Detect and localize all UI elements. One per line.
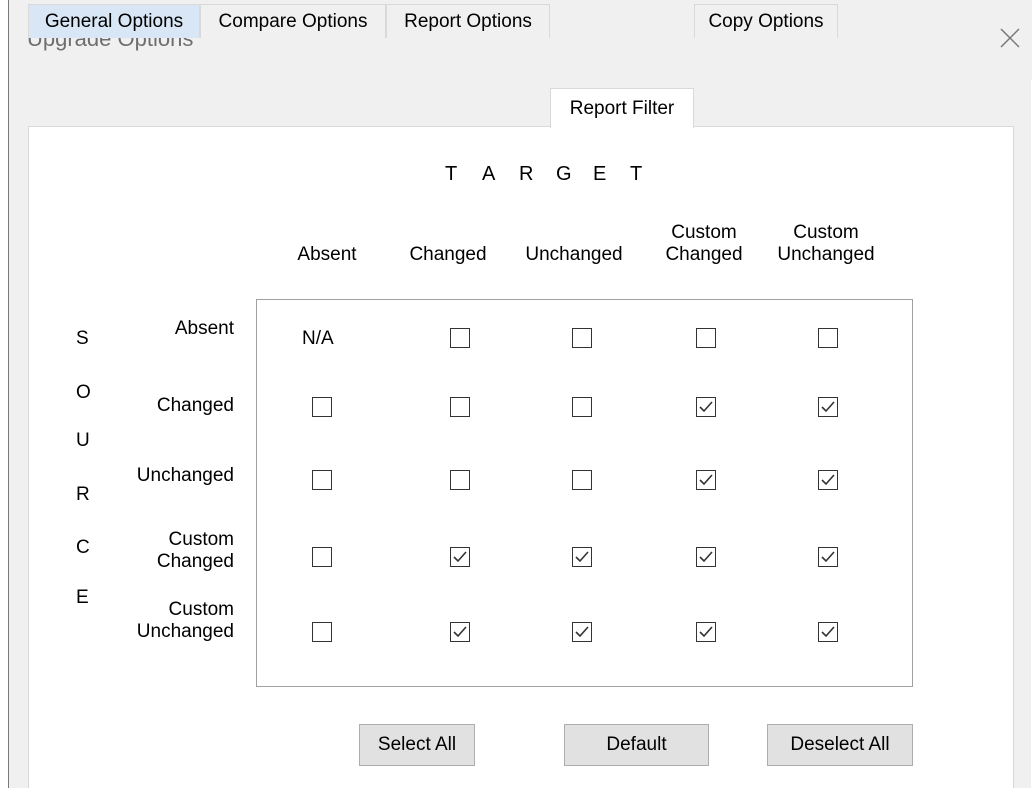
filter-checkbox-custom-unchanged-to-unchanged[interactable] [572, 622, 592, 642]
source-letter: O [76, 382, 91, 403]
column-header-line2: Absent [297, 244, 357, 265]
row-label-line1: Custom [168, 599, 234, 620]
row-label-absent: Absent [100, 296, 234, 340]
filter-checkbox-custom-unchanged-to-custom-changed[interactable] [696, 622, 716, 642]
filter-checkbox-absent-to-custom-unchanged[interactable] [818, 328, 838, 348]
filter-checkbox-custom-unchanged-to-absent[interactable] [312, 622, 332, 642]
column-header-line2: Changed [409, 244, 487, 265]
check-icon [453, 626, 467, 638]
deselect-all-button[interactable]: Deselect All [767, 724, 913, 766]
filter-checkbox-absent-to-changed[interactable] [450, 328, 470, 348]
filter-checkbox-custom-unchanged-to-changed[interactable] [450, 622, 470, 642]
filter-checkbox-unchanged-to-custom-changed[interactable] [696, 470, 716, 490]
check-icon [821, 626, 835, 638]
row-label-line2: Unchanged [136, 621, 234, 642]
filter-checkbox-unchanged-to-changed[interactable] [450, 470, 470, 490]
row-label-line2: Changed [156, 551, 234, 572]
filter-checkbox-custom-changed-to-custom-changed[interactable] [696, 547, 716, 567]
default-button[interactable]: Default [564, 724, 709, 766]
source-letter: C [76, 537, 90, 558]
check-icon [821, 551, 835, 563]
target-letter: T [445, 163, 458, 185]
row-label-changed: Changed [100, 373, 234, 417]
close-button[interactable] [994, 22, 1026, 54]
close-icon [1000, 28, 1020, 48]
column-header-changed: Changed [396, 222, 500, 266]
source-letter: S [76, 328, 89, 349]
tab-report-options[interactable]: Report Options [386, 4, 550, 38]
check-icon [575, 551, 589, 563]
filter-checkbox-custom-changed-to-unchanged[interactable] [572, 547, 592, 567]
filter-checkbox-changed-to-unchanged[interactable] [572, 397, 592, 417]
column-header-line1: Custom [793, 222, 859, 243]
filter-checkbox-changed-to-absent[interactable] [312, 397, 332, 417]
tab-copy-options[interactable]: Copy Options [694, 4, 838, 38]
tab-compare-options[interactable]: Compare Options [200, 4, 386, 38]
filter-checkbox-custom-unchanged-to-custom-unchanged[interactable] [818, 622, 838, 642]
check-icon [699, 551, 713, 563]
row-label-line2: Changed [156, 395, 234, 416]
column-header-line1: Custom [671, 222, 737, 243]
target-letter: E [593, 163, 607, 185]
column-header-unchanged: Unchanged [512, 222, 636, 266]
check-icon [699, 474, 713, 486]
column-header-line1 [396, 222, 500, 244]
select-all-button[interactable]: Select All [359, 724, 475, 766]
check-icon [699, 401, 713, 413]
target-letter: R [519, 163, 534, 185]
source-letter: R [76, 484, 90, 505]
row-label-custom-unchanged: Custom Unchanged [100, 599, 234, 643]
column-header-line2: Unchanged [525, 244, 623, 265]
filter-checkbox-absent-to-custom-changed[interactable] [696, 328, 716, 348]
column-header-line1 [512, 222, 636, 244]
check-icon [821, 474, 835, 486]
column-header-custom-unchanged: Custom Unchanged [764, 222, 888, 266]
column-header-custom-changed: Custom Changed [648, 222, 760, 266]
row-label-line2: Unchanged [136, 465, 234, 486]
row-label-line1 [100, 443, 234, 465]
target-letter: G [556, 163, 572, 185]
target-heading: T A RGE T [445, 163, 667, 186]
check-icon [453, 551, 467, 563]
row-label-line2: Absent [174, 318, 234, 339]
filter-checkbox-changed-to-changed[interactable] [450, 397, 470, 417]
source-letter: U [76, 430, 90, 451]
filter-checkbox-absent-to-unchanged[interactable] [572, 328, 592, 348]
not-applicable-label: N/A [302, 328, 334, 349]
source-letter: E [76, 587, 89, 608]
row-label-custom-changed: Custom Changed [100, 529, 234, 573]
check-icon [575, 626, 589, 638]
target-letter: T [630, 163, 643, 185]
row-label-line1: Custom [168, 529, 234, 550]
tab-general-options[interactable]: General Options [28, 4, 200, 38]
column-header-line2: Changed [665, 244, 743, 265]
row-label-line1 [100, 296, 234, 318]
filter-checkbox-custom-changed-to-changed[interactable] [450, 547, 470, 567]
filter-checkbox-unchanged-to-unchanged[interactable] [572, 470, 592, 490]
column-header-line1 [272, 222, 382, 244]
filter-checkbox-unchanged-to-custom-unchanged[interactable] [818, 470, 838, 490]
tab-report-filter[interactable]: Report Filter [550, 88, 694, 128]
filter-checkbox-custom-changed-to-absent[interactable] [312, 547, 332, 567]
column-header-line2: Unchanged [777, 244, 875, 265]
row-label-unchanged: Unchanged [100, 443, 234, 487]
check-icon [821, 401, 835, 413]
filter-checkbox-changed-to-custom-unchanged[interactable] [818, 397, 838, 417]
check-icon [699, 626, 713, 638]
filter-checkbox-custom-changed-to-custom-unchanged[interactable] [818, 547, 838, 567]
target-letter: A [482, 163, 496, 185]
filter-checkbox-unchanged-to-absent[interactable] [312, 470, 332, 490]
row-label-line1 [100, 373, 234, 395]
filter-checkbox-changed-to-custom-changed[interactable] [696, 397, 716, 417]
column-header-absent: Absent [272, 222, 382, 266]
